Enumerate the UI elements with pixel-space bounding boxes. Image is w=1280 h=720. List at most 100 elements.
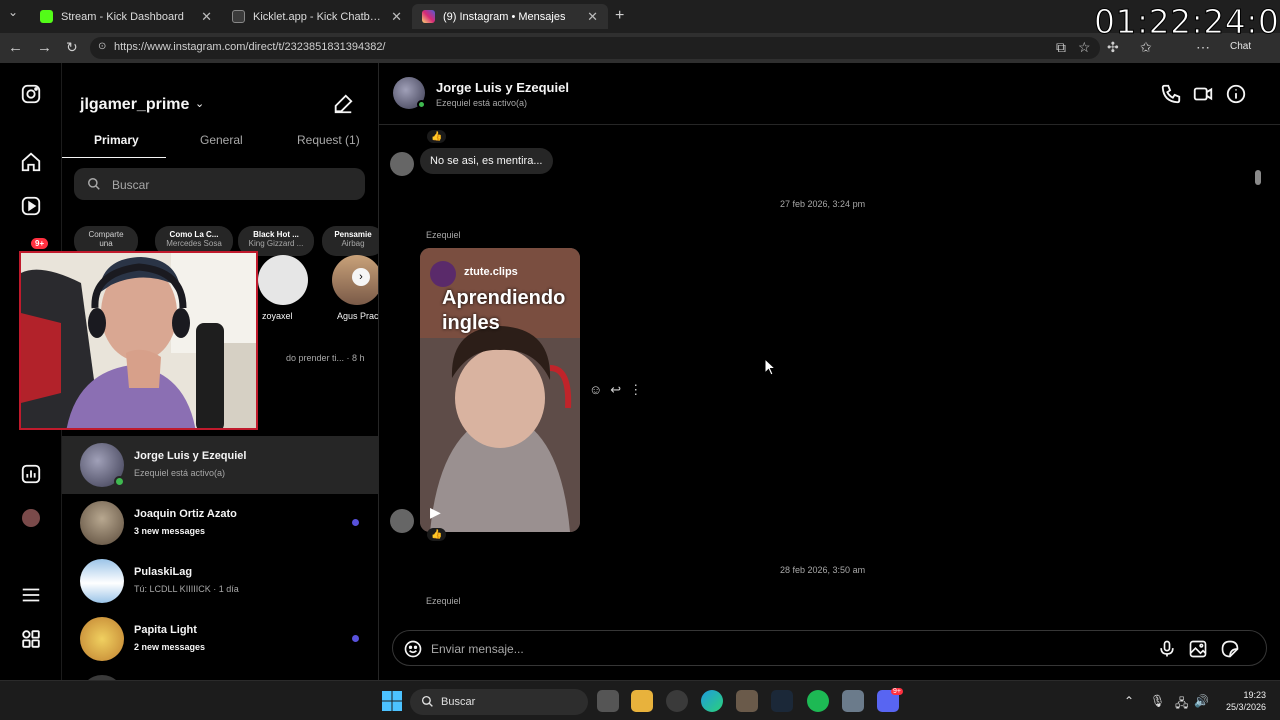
new-tab-icon[interactable]: +	[615, 7, 624, 25]
dashboard-icon[interactable]	[20, 463, 44, 487]
sticker-icon[interactable]	[1220, 639, 1240, 659]
copilot-chat-button[interactable]: Chat	[1230, 41, 1251, 52]
note-title: Pensamie	[334, 230, 372, 239]
conversation-preview: 3 new messages	[134, 526, 206, 536]
reaction-badge[interactable]: 👍	[427, 528, 447, 541]
tab-list-icon[interactable]: ⌄	[8, 5, 18, 19]
profile-avatar[interactable]	[22, 509, 40, 527]
file-explorer-icon[interactable]	[631, 690, 653, 712]
message-bubble[interactable]: No se asi, es mentira...	[420, 148, 553, 174]
chevron-right-icon[interactable]: ›	[352, 268, 370, 286]
settings-icon[interactable]	[842, 690, 864, 712]
new-message-icon[interactable]	[332, 93, 354, 115]
message-composer[interactable]: Enviar mensaje...	[392, 630, 1267, 666]
tab-primary[interactable]: Primary	[94, 133, 139, 147]
browser-tab-kick-dashboard[interactable]: Stream - Kick Dashboard ✕	[30, 4, 222, 29]
close-tab-icon[interactable]: ✕	[201, 9, 212, 25]
volume-icon[interactable]: 🔊	[1194, 694, 1209, 708]
conversation-item[interactable]: PulaskiLag Tú: LCDLL KIIIIICK · 1 día	[62, 552, 378, 610]
shared-reel[interactable]: ztute.clips Aprendiendo ingles ▶	[420, 248, 580, 532]
favorites-icon[interactable]: ✩	[1140, 39, 1152, 56]
emoji-icon[interactable]	[403, 639, 423, 659]
network-icon[interactable]: 🖧	[1175, 694, 1188, 715]
reload-icon[interactable]: ↻	[66, 39, 78, 56]
story-name: zoyaxel	[262, 311, 293, 321]
home-icon[interactable]	[20, 151, 44, 175]
instagram-icon	[422, 10, 435, 23]
tab-title: Stream - Kick Dashboard	[61, 10, 184, 23]
more-apps-icon[interactable]	[20, 628, 44, 652]
video-call-icon[interactable]	[1192, 83, 1214, 105]
conversation-item[interactable]	[62, 668, 378, 680]
close-tab-icon[interactable]: ✕	[391, 9, 402, 25]
spotify-icon[interactable]	[807, 690, 829, 712]
instagram-logo-icon[interactable]	[20, 83, 44, 107]
more-menu-icon[interactable]: ⋯	[1196, 39, 1210, 56]
browser-address-bar: ← → ↻ ⊙ https://www.instagram.com/direct…	[0, 33, 1280, 91]
microphone-icon[interactable]	[1157, 639, 1177, 659]
note-bubble[interactable]: Pensamie Airbag	[322, 226, 378, 256]
game-icon[interactable]	[736, 690, 758, 712]
browser-tab-instagram[interactable]: (9) Instagram • Mensajes ✕	[412, 4, 608, 29]
react-emoji-icon[interactable]: ☺	[589, 382, 602, 398]
webcam-overlay	[19, 251, 258, 430]
conversation-name: Joaquin Ortiz Azato	[134, 508, 237, 520]
conversation-name: Papita Light	[134, 624, 197, 636]
forward-icon[interactable]: →	[37, 39, 52, 56]
back-icon[interactable]: ←	[8, 39, 23, 56]
kick-icon	[40, 10, 53, 23]
conversation-preview: 2 new messages	[134, 642, 206, 652]
app-available-icon[interactable]: ⧉	[1056, 39, 1066, 56]
show-hidden-icons[interactable]: ⌃	[1124, 694, 1134, 708]
reels-icon[interactable]	[20, 195, 44, 219]
menu-icon[interactable]	[20, 584, 44, 608]
mouse-cursor	[764, 357, 777, 381]
user-avatar	[80, 559, 124, 603]
scrollbar-thumb[interactable]	[1255, 170, 1261, 185]
phone-icon[interactable]	[1160, 83, 1182, 105]
conversation-item[interactable]: Papita Light 2 new messages	[62, 610, 378, 668]
note-subtitle: una	[99, 239, 113, 248]
chat-scrollbar[interactable]	[1253, 125, 1263, 615]
note-subtitle: Mercedes Sosa	[166, 239, 222, 248]
task-view-icon[interactable]	[597, 690, 619, 712]
browser-tab-kicklet[interactable]: Kicklet.app - Kick Chatbot and Ov ✕	[222, 4, 412, 29]
message-timestamp: 27 feb 2026, 3:24 pm	[780, 199, 866, 209]
conversation-name: PulaskiLag	[134, 566, 193, 578]
close-tab-icon[interactable]: ✕	[587, 9, 598, 25]
tab-requests[interactable]: Request (1)	[297, 133, 360, 147]
story-avatar[interactable]	[258, 255, 308, 305]
unread-dot	[352, 635, 359, 642]
image-icon[interactable]	[1188, 639, 1208, 659]
conversation-item[interactable]: Jorge Luis y Ezequiel Ezequiel está acti…	[62, 436, 378, 494]
steam-icon[interactable]	[771, 690, 793, 712]
reel-account-avatar	[430, 261, 456, 287]
reel-play-icon[interactable]: ▶	[430, 504, 441, 521]
search-placeholder: Buscar	[112, 178, 150, 192]
conversation-panel: Jorge Luis y Ezequiel Ezequiel está acti…	[379, 63, 1280, 680]
extensions-icon[interactable]: ✣	[1107, 39, 1119, 56]
url-field[interactable]: ⊙ https://www.instagram.com/direct/t/232…	[90, 37, 1100, 59]
search-input[interactable]: Buscar	[74, 168, 365, 200]
chat-status: Ezequiel está activo(a)	[436, 98, 528, 108]
site-info-icon[interactable]: ⊙	[98, 41, 106, 52]
tab-general[interactable]: General	[200, 133, 243, 147]
stream-timer-overlay: 01:22:24:09	[1094, 2, 1280, 42]
account-username[interactable]: jlgamer_prime	[80, 96, 189, 114]
taskbar-clock[interactable]: 19:23 25/3/2026	[1218, 689, 1266, 713]
chevron-down-icon[interactable]: ⌄	[195, 97, 204, 110]
more-options-icon[interactable]: ⋮	[629, 382, 642, 398]
app-icon[interactable]	[666, 690, 688, 712]
edge-browser-icon[interactable]	[701, 690, 723, 712]
chat-title[interactable]: Jorge Luis y Ezequiel	[436, 80, 569, 95]
favorite-star-icon[interactable]: ☆	[1078, 39, 1091, 56]
chat-header: Jorge Luis y Ezequiel Ezequiel está acti…	[379, 63, 1280, 125]
info-icon[interactable]	[1225, 83, 1247, 105]
windows-start-icon[interactable]	[381, 690, 403, 712]
tab-title: (9) Instagram • Mensajes	[443, 10, 566, 23]
taskbar-search[interactable]: Buscar	[410, 689, 588, 715]
conversation-item[interactable]: Joaquin Ortiz Azato 3 new messages	[62, 494, 378, 552]
reply-icon[interactable]: ↩	[610, 382, 621, 398]
reaction-badge[interactable]: 👍	[427, 130, 447, 143]
microphone-tray-icon[interactable]: 🎙	[1150, 694, 1165, 708]
